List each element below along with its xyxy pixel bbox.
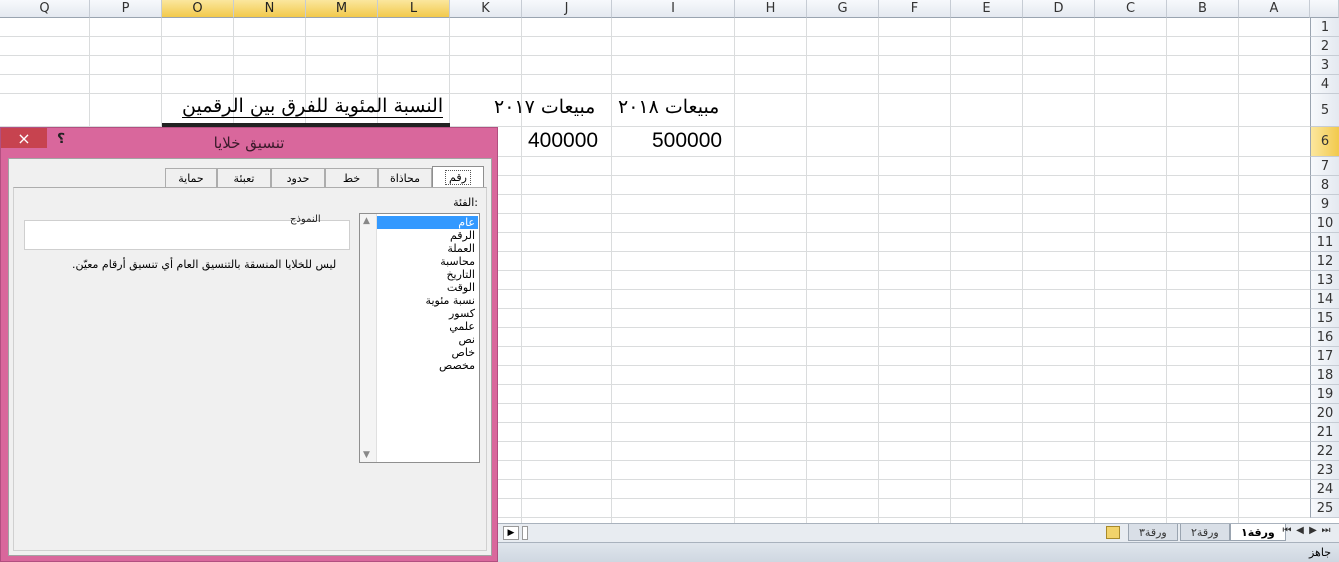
sheet-tab-2[interactable]: ورقة٢ (1180, 524, 1230, 541)
column-header-q[interactable]: Q (0, 0, 90, 18)
category-text[interactable]: نص (377, 333, 478, 346)
dialog-body: رقم محاذاة خط حدود تعبئة حماية الفئة: ▲ … (8, 158, 492, 556)
format-description: ليس للخلايا المنسقة بالتنسيق العام أي تن… (72, 258, 337, 271)
column-header-j[interactable]: J (522, 0, 612, 18)
tab-border[interactable]: حدود (271, 168, 325, 187)
row-header-10[interactable]: 10 (1310, 214, 1339, 233)
column-header-d[interactable]: D (1023, 0, 1095, 18)
tab-protection[interactable]: حماية (165, 168, 217, 187)
column-header-o[interactable]: O (162, 0, 234, 18)
scroll-up-icon[interactable]: ▲ (363, 216, 370, 226)
column-header-l[interactable]: L (378, 0, 450, 18)
row-header-24[interactable]: 24 (1310, 480, 1339, 499)
row-header-3[interactable]: 3 (1310, 56, 1339, 75)
scroll-down-icon[interactable]: ▼ (363, 450, 370, 460)
select-all-corner[interactable] (1310, 0, 1339, 18)
column-header-p[interactable]: P (90, 0, 162, 18)
row-header-20[interactable]: 20 (1310, 404, 1339, 423)
cell-l5-merged[interactable]: النسبة المئوية للفرق بين الرقمين (182, 95, 444, 118)
tab-number[interactable]: رقم (432, 166, 484, 188)
row-header-9[interactable]: 9 (1310, 195, 1339, 214)
column-header-e[interactable]: E (951, 0, 1023, 18)
column-header-g[interactable]: G (807, 0, 879, 18)
next-sheet-icon[interactable]: ▶ (1307, 525, 1319, 536)
row-header-1[interactable]: 1 (1310, 18, 1339, 37)
row-header-12[interactable]: 12 (1310, 252, 1339, 271)
cell-j6[interactable]: 400000 (528, 129, 598, 153)
dialog-title: تنسيق خلايا (213, 134, 285, 152)
category-special[interactable]: خاص (377, 346, 478, 359)
new-sheet-tab[interactable] (1098, 524, 1128, 541)
row-header-11[interactable]: 11 (1310, 233, 1339, 252)
column-header-a[interactable]: A (1239, 0, 1310, 18)
category-percentage[interactable]: نسبة مئوية (377, 294, 478, 307)
category-number[interactable]: الرقم (377, 229, 478, 242)
row-header-2[interactable]: 2 (1310, 37, 1339, 56)
tab-number-label: رقم (445, 170, 471, 185)
row-header-16[interactable]: 16 (1310, 328, 1339, 347)
cell-i5[interactable]: مبيعات ٢٠١٨ (618, 96, 719, 118)
row-header-6[interactable]: 6 (1310, 127, 1339, 157)
sheet-tab-1[interactable]: ورقة١ (1230, 524, 1286, 541)
cell-i6[interactable]: 500000 (652, 129, 722, 153)
category-list[interactable]: ▲ ▼ عام الرقم العملة محاسبة التاريخ الوق… (359, 213, 480, 463)
category-custom[interactable]: مخصص (377, 359, 478, 372)
row-header-23[interactable]: 23 (1310, 461, 1339, 480)
number-tab-panel: الفئة: ▲ ▼ عام الرقم العملة محاسبة التار… (13, 187, 487, 551)
column-header-f[interactable]: F (879, 0, 951, 18)
first-sheet-icon[interactable]: ⏮ (1281, 525, 1293, 536)
column-header-c[interactable]: C (1095, 0, 1167, 18)
scroll-thumb[interactable] (522, 526, 528, 540)
gridline (0, 55, 1310, 56)
category-list-scrollbar[interactable]: ▲ ▼ (360, 214, 377, 462)
row-header-25[interactable]: 25 (1310, 499, 1339, 518)
row-header-21[interactable]: 21 (1310, 423, 1339, 442)
category-label: الفئة: (453, 196, 478, 209)
column-header-i[interactable]: I (612, 0, 735, 18)
row-header-19[interactable]: 19 (1310, 385, 1339, 404)
tab-fill[interactable]: تعبئة (217, 168, 271, 187)
row-header-8[interactable]: 8 (1310, 176, 1339, 195)
sample-label: النموذج (290, 214, 321, 225)
row-header-17[interactable]: 17 (1310, 347, 1339, 366)
row-header-5[interactable]: 5 (1310, 94, 1339, 127)
status-ready: جاهز (1308, 546, 1331, 559)
category-date[interactable]: التاريخ (377, 268, 478, 281)
last-sheet-icon[interactable]: ⏭ (1320, 525, 1332, 536)
tab-font[interactable]: خط (325, 168, 378, 187)
category-accounting[interactable]: محاسبة (377, 255, 478, 268)
category-scientific[interactable]: علمي (377, 320, 478, 333)
column-header-h[interactable]: H (735, 0, 807, 18)
horizontal-scrollbar[interactable]: ▶ (503, 526, 519, 540)
column-header-m[interactable]: M (306, 0, 378, 18)
column-header-n[interactable]: N (234, 0, 306, 18)
row-header-18[interactable]: 18 (1310, 366, 1339, 385)
row-header-4[interactable]: 4 (1310, 75, 1339, 94)
cell-j5[interactable]: مبيعات ٢٠١٧ (494, 96, 595, 118)
status-bar: جاهز (498, 542, 1339, 562)
new-sheet-icon[interactable] (1106, 526, 1120, 539)
sheet-tab-3[interactable]: ورقة٣ (1128, 524, 1178, 541)
row-header-14[interactable]: 14 (1310, 290, 1339, 309)
prev-sheet-icon[interactable]: ◀ (1294, 525, 1306, 536)
tab-alignment[interactable]: محاذاة (378, 168, 432, 187)
row-header-22[interactable]: 22 (1310, 442, 1339, 461)
gridline (0, 36, 1310, 37)
gridline (0, 74, 1310, 75)
gridline (0, 93, 1310, 94)
category-currency[interactable]: العملة (377, 242, 478, 255)
row-header-15[interactable]: 15 (1310, 309, 1339, 328)
category-time[interactable]: الوقت (377, 281, 478, 294)
row-header-7[interactable]: 7 (1310, 157, 1339, 176)
format-cells-dialog: × ؟ تنسيق خلايا رقم محاذاة خط حدود تعبئة… (0, 127, 498, 562)
category-fraction[interactable]: كسور (377, 307, 478, 320)
category-general[interactable]: عام (377, 216, 478, 229)
column-header-k[interactable]: K (450, 0, 522, 18)
scroll-left-icon[interactable]: ▶ (508, 528, 515, 538)
column-header-b[interactable]: B (1167, 0, 1239, 18)
row-header-13[interactable]: 13 (1310, 271, 1339, 290)
sheet-tab-bar: ▶ ورقة٣ ورقة٢ ورقة١ ⏮ ◀ ▶ ⏭ (498, 523, 1339, 542)
